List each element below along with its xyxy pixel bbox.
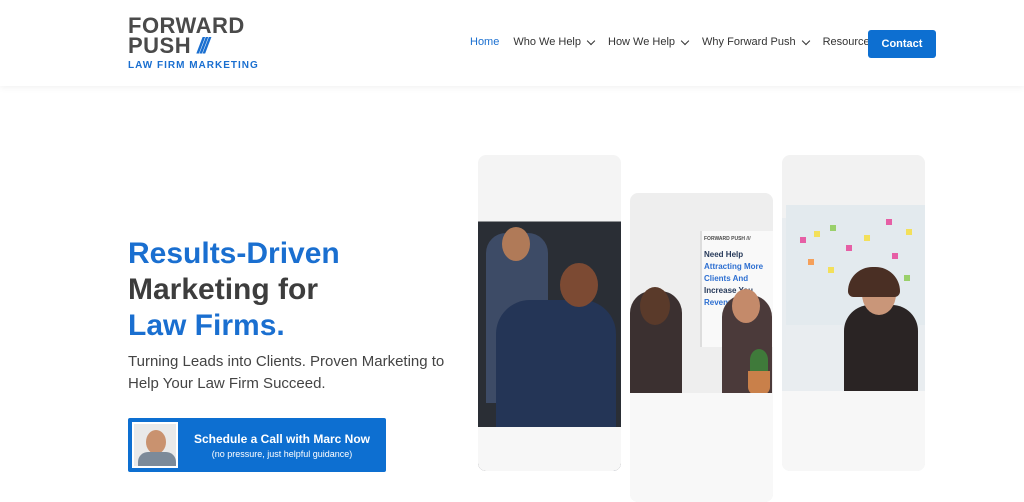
photo-face bbox=[732, 289, 760, 323]
hero-title-line1: Results-Driven bbox=[128, 237, 340, 270]
hero-title: Results-Driven Marketing for Law Firms. bbox=[128, 236, 428, 344]
logo[interactable]: FORWARD PUSH /// LAW FIRM MARKETING bbox=[128, 15, 268, 76]
sticky-note bbox=[892, 253, 898, 259]
hero-subtitle: Turning Leads into Clients. Proven Marke… bbox=[128, 353, 445, 392]
banner-brand: FORWARD PUSH /// bbox=[704, 236, 751, 242]
avatar-head bbox=[146, 430, 166, 454]
hero-title-line3: Law Firms. bbox=[128, 309, 285, 342]
photo-table bbox=[478, 427, 621, 471]
photo-plant-pot bbox=[748, 371, 770, 395]
cta-main-label: Schedule a Call with Marc Now bbox=[193, 431, 371, 446]
sticky-note bbox=[830, 225, 836, 231]
photo-table bbox=[782, 391, 925, 471]
nav-who-we-help[interactable]: Who We Help bbox=[513, 36, 596, 48]
photo-face bbox=[560, 263, 598, 307]
nav-label: Home bbox=[470, 36, 500, 48]
photo-face bbox=[502, 227, 530, 261]
chevron-down-icon bbox=[680, 36, 690, 45]
sticky-note bbox=[814, 231, 820, 237]
logo-push: PUSH bbox=[128, 33, 192, 58]
sticky-note bbox=[800, 237, 806, 243]
contact-button[interactable]: Contact bbox=[868, 30, 936, 58]
sticky-note bbox=[846, 245, 852, 251]
cta-sub-label: (no pressure, just helpful guidance) bbox=[211, 448, 353, 459]
photo-face bbox=[640, 287, 670, 325]
nav-label: Who We Help bbox=[513, 36, 581, 48]
sticky-note bbox=[906, 229, 912, 235]
logo-subtitle: LAW FIRM MARKETING bbox=[128, 60, 259, 71]
site-header: FORWARD PUSH /// LAW FIRM MARKETING Home… bbox=[0, 0, 1024, 86]
avatar bbox=[132, 422, 178, 468]
logo-push-row: PUSH /// bbox=[128, 33, 268, 58]
hero-title-line2: Marketing for bbox=[128, 273, 319, 306]
nav-label: How We Help bbox=[608, 36, 676, 48]
sticky-note bbox=[886, 219, 892, 225]
logo-slashes-icon: /// bbox=[197, 33, 209, 58]
photo-whiteboard bbox=[786, 205, 925, 325]
photo-person bbox=[844, 305, 918, 395]
banner-line: Clients And bbox=[704, 274, 749, 283]
nav-label: Why Forward Push bbox=[702, 36, 796, 48]
nav-home[interactable]: Home bbox=[470, 36, 499, 48]
sticky-note bbox=[864, 235, 870, 241]
hero-photo-left bbox=[478, 155, 621, 471]
avatar-body bbox=[138, 452, 176, 466]
photo-plant bbox=[750, 349, 768, 371]
cta-text: Schedule a Call with Marc Now (no pressu… bbox=[178, 432, 386, 459]
nav-why-forward-push[interactable]: Why Forward Push bbox=[702, 36, 810, 48]
hero-photo-right bbox=[782, 155, 925, 471]
sticky-note bbox=[808, 259, 814, 265]
banner-line: Need Help bbox=[704, 250, 744, 259]
sticky-note bbox=[904, 275, 910, 281]
photo-table bbox=[630, 393, 773, 502]
chevron-down-icon bbox=[586, 36, 596, 45]
chevron-down-icon bbox=[801, 36, 810, 45]
banner-line: Attracting More bbox=[704, 262, 764, 271]
hero-photo-center: FORWARD PUSH /// Need Help Attracting Mo… bbox=[630, 193, 773, 502]
schedule-call-button[interactable]: Schedule a Call with Marc Now (no pressu… bbox=[128, 418, 386, 472]
sticky-note bbox=[828, 267, 834, 273]
nav-how-we-help[interactable]: How We Help bbox=[608, 36, 690, 48]
main-nav: Home Who We Help How We Help Why Forward… bbox=[470, 36, 875, 48]
